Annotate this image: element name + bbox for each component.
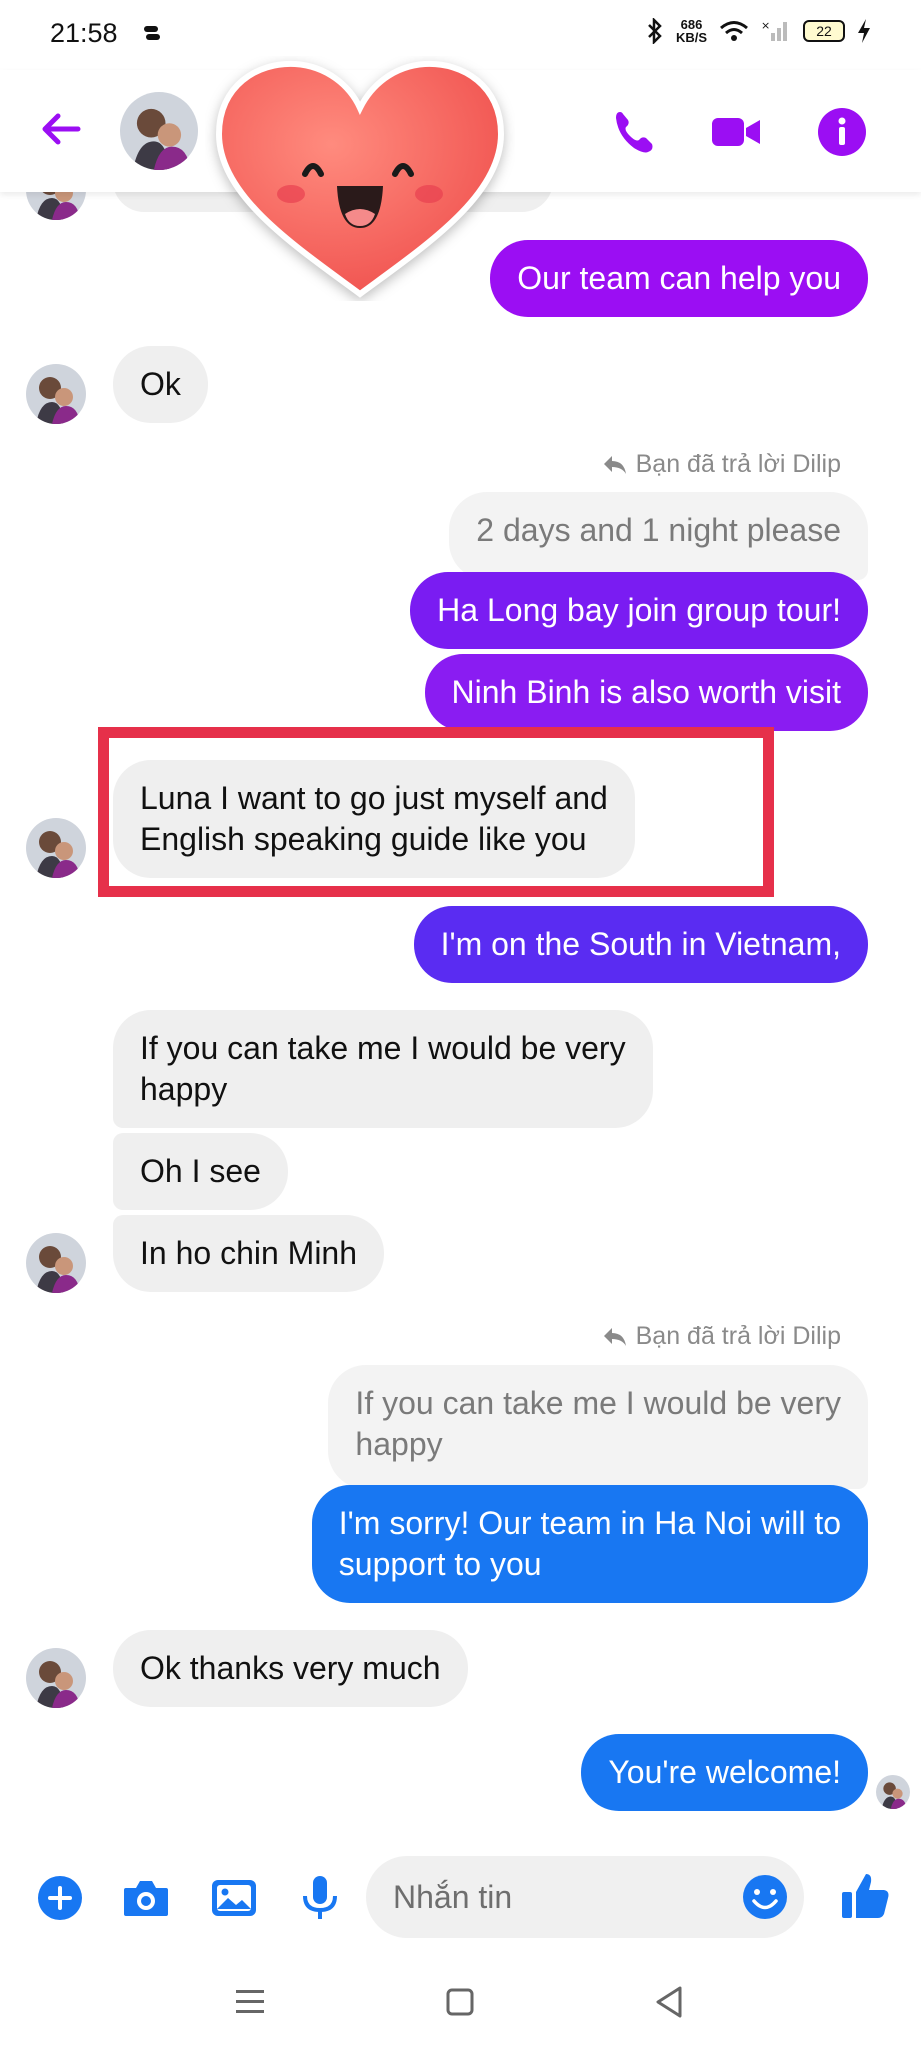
message-bubble-sent: Ninh Binh is also worth visit [424, 654, 868, 731]
phone-icon[interactable] [608, 106, 660, 158]
contact-avatar-small [26, 364, 86, 424]
message-bubble-sent: You're welcome! [581, 1734, 868, 1811]
plus-icon[interactable] [34, 1872, 86, 1924]
reply-note: Bạn đã trả lời Dilip [602, 1322, 841, 1351]
message-line: I'm sorry! Our team in Ha Noi will to [338, 1505, 841, 1541]
message-line: If you can take me I would be very [140, 1030, 626, 1066]
reply-arrow-icon [603, 1327, 626, 1346]
message-bubble-received: Ok [113, 346, 208, 423]
message-bubble-received: Ok thanks very much [113, 1630, 468, 1707]
avatar-photo [876, 1775, 910, 1809]
message-line: If you can take me I would be very [355, 1385, 841, 1421]
avatar-photo [26, 1648, 86, 1708]
back-arrow-icon[interactable] [36, 104, 86, 154]
message-bubble-sent: I'm sorry! Our team in Ha Noi will to su… [311, 1485, 868, 1603]
status-time: 21:58 [50, 18, 118, 48]
message-line: support to you [338, 1546, 542, 1582]
message-bubble-received: If you can take me I would be very happy [113, 1010, 653, 1128]
avatar-photo [26, 1233, 86, 1293]
message-bubble-received: Oh I see [113, 1133, 288, 1210]
home-square-icon[interactable] [438, 1980, 482, 2024]
message-line: happy [140, 1071, 228, 1107]
contact-avatar-small [26, 1648, 86, 1708]
highlight-box [98, 727, 774, 897]
notification-icon [144, 26, 160, 40]
wifi-icon [720, 21, 748, 41]
video-camera-icon[interactable] [710, 106, 762, 158]
reply-note-text: Bạn đã trả lời Dilip [635, 1322, 841, 1350]
reply-note-text: Bạn đã trả lời Dilip [635, 450, 841, 478]
system-nav-bar [0, 1960, 921, 2047]
avatar-photo [120, 92, 198, 170]
camera-icon[interactable] [120, 1872, 172, 1924]
reply-note: Bạn đã trả lời Dilip [602, 450, 841, 479]
info-icon[interactable] [816, 106, 868, 158]
microphone-icon[interactable] [294, 1872, 346, 1924]
composer-bar [0, 1850, 921, 1946]
message-line: happy [355, 1426, 443, 1462]
avatar-photo [26, 364, 86, 424]
charging-icon [858, 19, 870, 43]
reply-arrow-icon [603, 455, 626, 474]
battery-indicator: 22 [803, 20, 845, 42]
bluetooth-icon [648, 18, 662, 44]
contact-avatar-small [26, 818, 86, 878]
network-speed-unit: KB/S [675, 30, 707, 45]
contact-avatar-small [26, 1233, 86, 1293]
message-bubble-received: In ho chin Minh [113, 1215, 385, 1292]
image-icon[interactable] [208, 1872, 260, 1924]
network-speed: 686 KB/S [676, 18, 707, 44]
message-input[interactable] [366, 1856, 804, 1938]
message-bubble-sent: Ha Long bay join group tour! [410, 572, 868, 649]
heart-sticker [215, 60, 505, 298]
message-bubble-sent: I'm on the South in Vietnam, [413, 906, 868, 983]
signal-icon: × [761, 19, 787, 41]
svg-text:×: × [761, 19, 770, 32]
status-indicators: 686 KB/S × 22 [646, 18, 871, 44]
quoted-message: 2 days and 1 night please [449, 492, 868, 580]
back-triangle-icon[interactable] [648, 1980, 692, 2024]
seen-avatar [876, 1775, 910, 1809]
emoji-icon[interactable] [740, 1872, 790, 1922]
quoted-message: If you can take me I would be very happy [328, 1365, 868, 1489]
menu-icon[interactable] [228, 1980, 272, 2024]
message-bubble-sent: Our team can help you [490, 240, 868, 317]
contact-avatar[interactable] [120, 92, 198, 170]
thumbs-up-icon[interactable] [838, 1868, 894, 1924]
avatar-photo [26, 818, 86, 878]
